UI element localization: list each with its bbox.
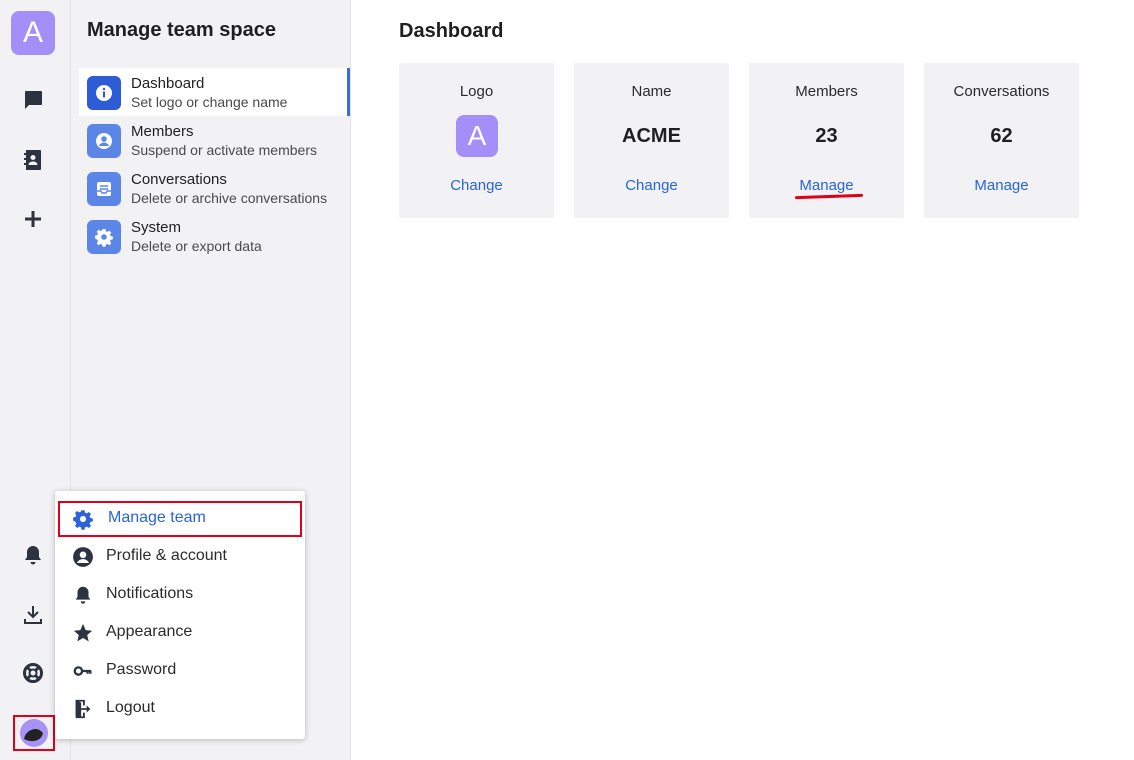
bell-icon[interactable] [21, 543, 45, 567]
gear-icon [72, 508, 94, 530]
card-label: Conversations [953, 83, 1050, 100]
inbox-icon [87, 172, 121, 206]
star-icon [72, 622, 94, 644]
sidebar-item-label: Dashboard [131, 75, 205, 92]
change-name-link[interactable]: Change [574, 177, 729, 194]
bell-icon [72, 584, 94, 606]
menu-item-label: Manage team [108, 509, 206, 526]
conversations-card: Conversations 62 Manage [924, 63, 1079, 218]
menu-item-logout[interactable]: Logout [58, 691, 302, 727]
sidebar-item-system[interactable]: System Delete or export data [79, 212, 350, 260]
menu-item-label: Logout [106, 699, 155, 716]
user-avatar-button[interactable] [13, 715, 55, 751]
user-icon [87, 124, 121, 158]
lifebuoy-icon[interactable] [21, 661, 45, 685]
user-avatar [20, 719, 48, 747]
sidebar-item-conversations[interactable]: Conversations Delete or archive conversa… [79, 164, 350, 212]
menu-item-notifications[interactable]: Notifications [58, 577, 302, 613]
menu-item-label: Notifications [106, 585, 194, 602]
menu-item-manage-team[interactable]: Manage team [58, 501, 302, 537]
sidebar-item-sublabel: Delete or archive conversations [131, 190, 328, 206]
card-label: Logo [459, 83, 494, 100]
card-label: Members [795, 83, 858, 100]
sidebar-item-sublabel: Delete or export data [131, 238, 262, 254]
menu-item-label: Profile & account [106, 547, 227, 564]
sidebar-item-members[interactable]: Members Suspend or activate members [79, 116, 350, 164]
user-circle-icon [72, 546, 94, 568]
sidebar-item-dashboard[interactable]: Dashboard Set logo or change name [79, 68, 350, 116]
card-label: Name [631, 83, 672, 100]
name-card: Name ACME Change [574, 63, 729, 218]
members-count: 23 [815, 125, 838, 147]
info-icon [87, 76, 121, 110]
key-icon [72, 660, 94, 682]
manage-members-link[interactable]: Manage [749, 177, 904, 194]
menu-item-label: Password [106, 661, 177, 678]
sidebar-item-label: System [131, 219, 182, 236]
menu-item-password[interactable]: Password [58, 653, 302, 689]
menu-item-label: Appearance [106, 623, 193, 640]
page-title: Dashboard [399, 20, 504, 42]
download-icon[interactable] [21, 603, 45, 627]
sidebar-item-sublabel: Suspend or activate members [131, 142, 317, 158]
conversations-count: 62 [990, 125, 1013, 147]
team-name-value: ACME [622, 125, 681, 147]
logout-icon [72, 698, 94, 720]
sidebar-item-sublabel: Set logo or change name [131, 94, 288, 110]
sidebar-title: Manage team space [87, 19, 276, 41]
manage-conversations-link[interactable]: Manage [924, 177, 1079, 194]
menu-item-appearance[interactable]: Appearance [58, 615, 302, 651]
account-menu: Manage team Profile & account Notificati… [55, 491, 305, 739]
gear-icon [87, 220, 121, 254]
contacts-icon[interactable] [21, 148, 45, 172]
sidebar-item-label: Members [131, 123, 194, 140]
menu-item-profile[interactable]: Profile & account [58, 539, 302, 575]
plus-icon[interactable] [21, 207, 45, 231]
sidebar-item-label: Conversations [131, 171, 227, 188]
logo-card: Logo A Change [399, 63, 554, 218]
team-avatar[interactable]: A [11, 11, 55, 55]
chat-icon[interactable] [21, 88, 45, 112]
team-logo: A [456, 115, 498, 157]
change-logo-link[interactable]: Change [399, 177, 554, 194]
